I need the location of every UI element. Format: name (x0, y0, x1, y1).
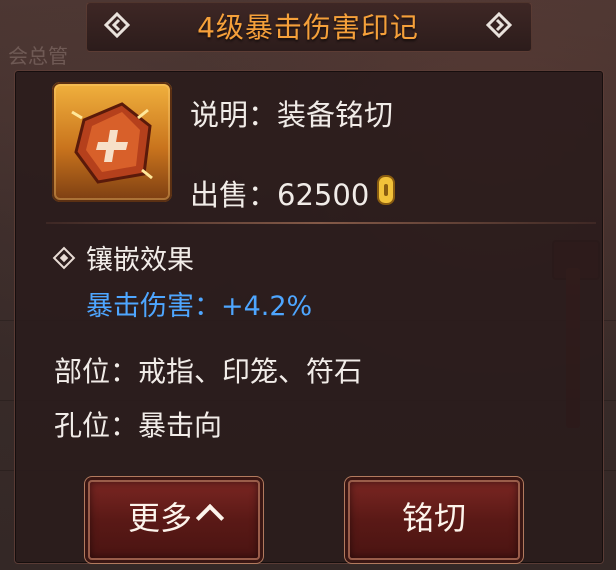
inlay-effect-heading: 镶嵌效果 (52, 238, 194, 277)
item-description: 说明：装备铭切 (190, 98, 394, 132)
sell-price-value: 62500 (277, 178, 370, 212)
sell-price-label: 出售： (190, 178, 278, 212)
inlay-effect-value: 暴击伤害：+4.2% (86, 291, 313, 322)
sell-price: 出售：62500 (190, 172, 369, 214)
gold-coin-icon (377, 175, 395, 205)
rune-stone-icon (52, 82, 172, 202)
inscribe-button[interactable]: 铭切 (348, 480, 520, 560)
item-title: 4级暴击伤害印记 (197, 11, 419, 44)
more-button[interactable]: 更多 (88, 480, 260, 560)
equip-position: 部位：戒指、印笼、符石 (54, 355, 363, 388)
socket-position: 孔位：暴击向 (54, 409, 223, 442)
inlay-effect-heading-text: 镶嵌效果 (86, 245, 194, 276)
ornament-right-icon (486, 12, 512, 38)
chevron-up-icon (195, 503, 225, 533)
inscribe-button-label: 铭切 (401, 499, 466, 537)
diamond-bullet-icon (52, 246, 76, 270)
more-button-label: 更多 (127, 499, 192, 537)
section-divider (46, 222, 596, 224)
